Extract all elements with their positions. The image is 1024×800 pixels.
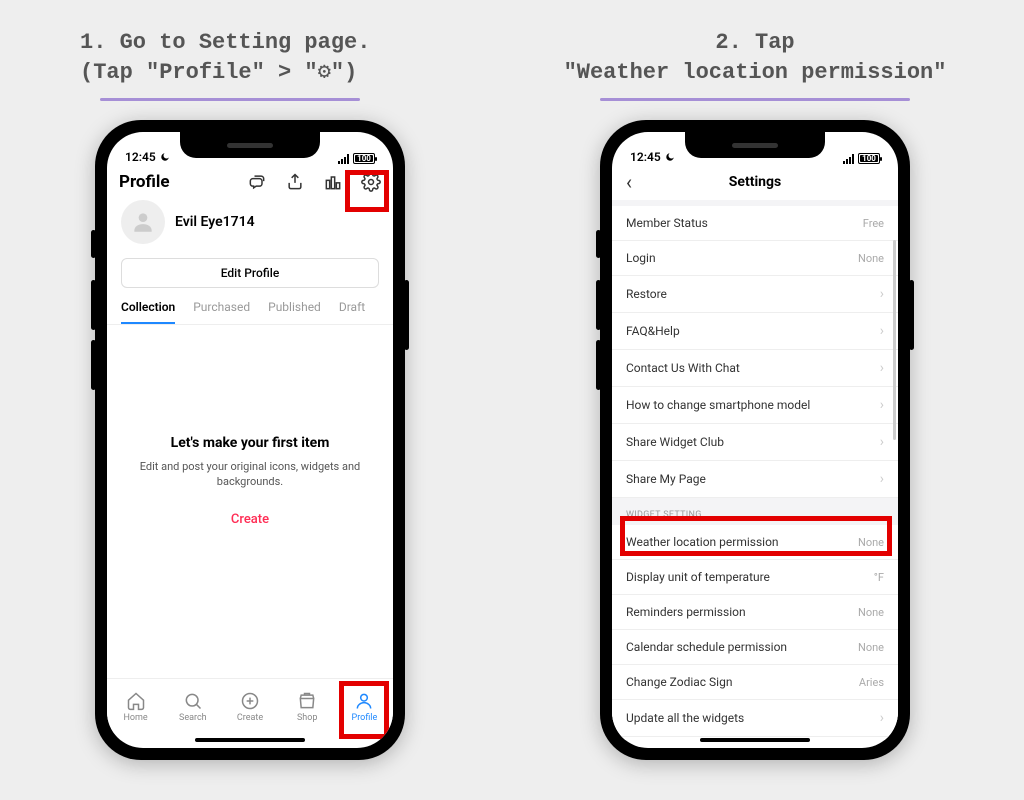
moon-icon xyxy=(160,152,170,162)
row-update-widgets[interactable]: Update all the widgets› xyxy=(612,700,898,737)
highlight-profile-tab xyxy=(339,681,389,739)
back-icon[interactable]: ‹ xyxy=(626,170,632,194)
battery-icon: 100 xyxy=(858,153,880,164)
row-share-page[interactable]: Share My Page› xyxy=(612,461,898,498)
phone-notch xyxy=(180,132,320,158)
page-title: Profile xyxy=(119,172,247,192)
share-icon[interactable] xyxy=(285,172,305,192)
row-zodiac[interactable]: Change Zodiac SignAries xyxy=(612,665,898,700)
row-calendar-permission[interactable]: Calendar schedule permissionNone xyxy=(612,630,898,665)
row-faq[interactable]: FAQ&Help› xyxy=(612,313,898,350)
scroll-indicator xyxy=(893,240,896,440)
signal-icon xyxy=(843,154,854,164)
chat-icon[interactable] xyxy=(247,172,267,192)
row-login[interactable]: LoginNone xyxy=(612,241,898,276)
tab-create[interactable]: Create xyxy=(221,679,278,734)
empty-subtitle: Edit and post your original icons, widge… xyxy=(137,459,363,490)
status-time: 12:45 xyxy=(125,150,156,164)
row-member-status[interactable]: Member StatusFree xyxy=(612,206,898,241)
underline-2 xyxy=(600,98,910,101)
highlight-gear xyxy=(345,170,389,212)
create-link[interactable]: Create xyxy=(137,512,363,527)
row-change-model[interactable]: How to change smartphone model› xyxy=(612,387,898,424)
highlight-weather-row xyxy=(620,516,892,556)
phone-notch xyxy=(685,132,825,158)
empty-title: Let's make your first item xyxy=(137,435,363,451)
row-restore[interactable]: Restore› xyxy=(612,276,898,313)
bars-icon[interactable] xyxy=(323,172,343,192)
row-temperature-unit[interactable]: Display unit of temperature°F xyxy=(612,560,898,595)
tab-home[interactable]: Home xyxy=(107,679,164,734)
page-title: Settings xyxy=(729,174,781,190)
tab-published[interactable]: Published xyxy=(268,300,321,324)
tab-collection[interactable]: Collection xyxy=(121,300,175,324)
avatar[interactable] xyxy=(121,200,165,244)
edit-profile-button[interactable]: Edit Profile xyxy=(121,258,379,288)
tab-search[interactable]: Search xyxy=(164,679,221,734)
home-indicator xyxy=(195,738,305,742)
empty-state: Let's make your first item Edit and post… xyxy=(107,325,393,527)
instruction-step-1: 1. Go to Setting page. (Tap "Profile" > … xyxy=(80,28,400,87)
tab-shop[interactable]: Shop xyxy=(279,679,336,734)
instruction-step-2: 2. Tap "Weather location permission" xyxy=(540,28,970,87)
moon-icon xyxy=(665,152,675,162)
settings-list[interactable]: Member StatusFree LoginNone Restore› FAQ… xyxy=(612,200,898,740)
tab-draft[interactable]: Draft xyxy=(339,300,365,324)
home-indicator xyxy=(700,738,810,742)
status-time: 12:45 xyxy=(630,150,661,164)
row-share-club[interactable]: Share Widget Club› xyxy=(612,424,898,461)
row-contact[interactable]: Contact Us With Chat› xyxy=(612,350,898,387)
profile-tabs: Collection Purchased Published Draft xyxy=(107,294,393,325)
underline-1 xyxy=(100,98,360,101)
signal-icon xyxy=(338,154,349,164)
username: Evil Eye1714 xyxy=(175,214,255,230)
battery-icon: 100 xyxy=(353,153,375,164)
row-reminders-permission[interactable]: Reminders permissionNone xyxy=(612,595,898,630)
phone-mockup-2: 12:45 100 ‹ Settings Member StatusFree L… xyxy=(600,120,910,760)
phone-mockup-1: 12:45 100 Profile Evil Eye1714 Edit Prof… xyxy=(95,120,405,760)
tab-purchased[interactable]: Purchased xyxy=(193,300,250,324)
